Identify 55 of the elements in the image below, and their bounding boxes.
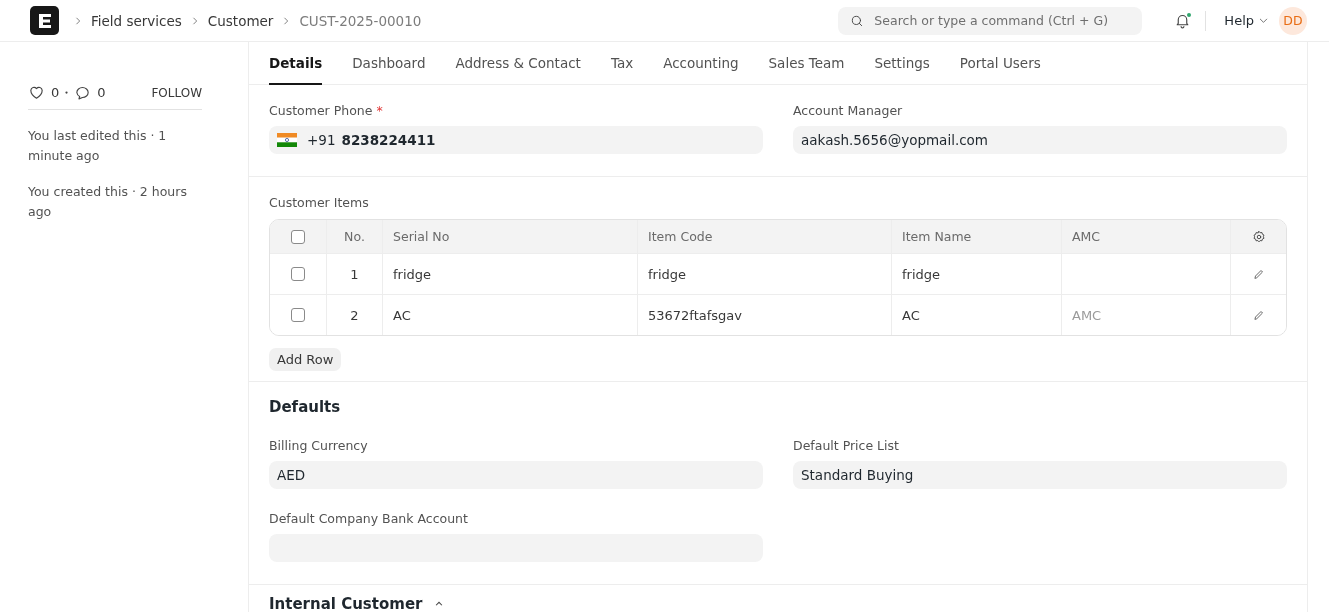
search-field[interactable]: Search or type a command (Ctrl + G): [838, 6, 1143, 35]
tab[interactable]: Settings: [874, 42, 930, 85]
table-cell: AC: [383, 295, 638, 335]
breadcrumb-link[interactable]: CUST-2025-00010: [299, 12, 422, 29]
field-label: Customer Phone *: [269, 101, 384, 119]
table-cell: AC: [892, 295, 1062, 335]
heart-icon: [28, 84, 45, 101]
select-all-checkbox[interactable]: [291, 229, 305, 244]
input-field[interactable]: AED: [269, 461, 763, 489]
field-label: Default Price List: [793, 436, 900, 454]
settings-icon: [1251, 229, 1266, 244]
chevron-down-icon: [1258, 15, 1269, 26]
table-cell: 53672ftafsgav: [638, 295, 892, 335]
like-count: 0: [51, 85, 60, 100]
section-title: Defaults: [269, 398, 342, 416]
help-menu-button[interactable]: Help: [1224, 13, 1269, 28]
pencil-icon: [1252, 268, 1265, 280]
comment-icon: [74, 84, 92, 101]
follow-button[interactable]: FOLLOW: [151, 85, 202, 100]
search-icon: [850, 13, 865, 28]
tab[interactable]: Details: [269, 42, 323, 85]
row-checkbox[interactable]: [291, 267, 305, 281]
table-label: Customer Items: [269, 193, 370, 211]
app-logo[interactable]: [30, 6, 59, 35]
breadcrumb-link[interactable]: Field services: [91, 12, 182, 29]
breadcrumb-link[interactable]: Customer: [207, 12, 274, 29]
country-code: +91: [307, 132, 336, 148]
phone-number: 8238224411: [341, 132, 436, 148]
section-title: Internal Customer: [269, 595, 423, 612]
input-field[interactable]: Standard Buying: [793, 461, 1287, 489]
field-label: Account Manager: [793, 101, 904, 119]
field-label: Billing Currency: [269, 436, 369, 454]
row-checkbox[interactable]: [291, 308, 305, 322]
pencil-icon: [1252, 309, 1265, 321]
tab[interactable]: Sales Team: [768, 42, 845, 85]
add-row-button[interactable]: Add Row: [269, 348, 342, 371]
field-label: Default Company Bank Account: [269, 509, 469, 527]
tab[interactable]: Dashboard: [352, 42, 426, 85]
tab[interactable]: Accounting: [663, 42, 739, 85]
activity-text: You last edited this · 1 minute ago: [28, 127, 168, 165]
comment-count: 0: [97, 85, 106, 100]
tab[interactable]: Tax: [610, 42, 634, 85]
chevron-right-icon: [73, 15, 83, 26]
row-number: 2: [327, 295, 383, 335]
caret-icon[interactable]: [434, 599, 445, 609]
account-manager-field[interactable]: aakash.5656@yopmail.com: [793, 126, 1287, 154]
dot-separator-icon: [65, 91, 69, 94]
tab[interactable]: Address & Contact: [455, 42, 581, 85]
phone-field[interactable]: +91 8238224411: [269, 126, 763, 154]
table-cell: AMC: [1062, 295, 1231, 335]
activity-text: You created this · 2 hours ago: [28, 183, 188, 221]
required-mark: *: [376, 102, 383, 118]
tab[interactable]: Portal Users: [959, 42, 1041, 85]
notifications-button[interactable]: [1174, 12, 1192, 29]
india-flag-icon: [277, 133, 297, 147]
